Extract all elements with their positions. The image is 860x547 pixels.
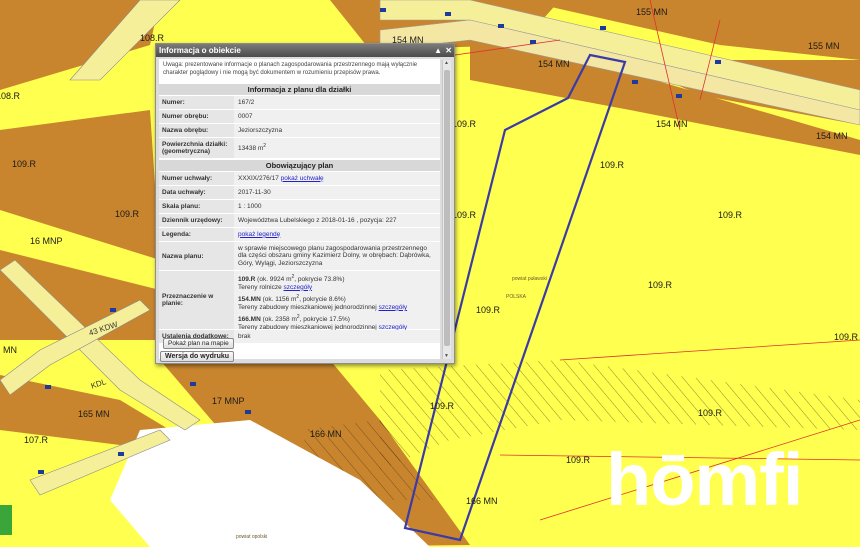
row-label: Legenda: [159, 228, 234, 241]
zone-label: 166 MN [310, 429, 342, 439]
area-unit-sup: 2 [263, 143, 267, 150]
zone-label: 16 MNP [30, 236, 63, 246]
zone-label: 109.R [648, 280, 673, 290]
disclaimer-note: Uwaga: prezentowane informacje o planach… [163, 62, 418, 76]
row-label: Data uchwały: [159, 186, 234, 199]
purpose-pct: , pokrycie 17.5%) [299, 316, 350, 324]
object-info-popup[interactable]: Informacja o obiekcie ▲ ✕ Uwaga: prezent… [155, 43, 455, 364]
row-value: XXXIX/276/17 [238, 174, 279, 182]
zone-label: 109.R [476, 305, 501, 315]
zone-label: 109.R [115, 209, 140, 219]
zone-label: 109.R [834, 332, 859, 342]
print-version-button[interactable]: Wersja do wydruku [160, 351, 235, 362]
row-value: 2017-11-30 [238, 188, 271, 196]
scroll-thumb[interactable] [444, 70, 450, 346]
area-label: Powierzchnia działki: [162, 141, 228, 148]
green-area [0, 505, 12, 535]
popup-scrollbar[interactable]: ▲ ▼ [442, 60, 451, 359]
zone-label: 109.R [452, 210, 477, 220]
row-label: Skala planu: [159, 200, 234, 213]
row-value: Jeziorszczyzna [238, 126, 283, 134]
zone-label: 166 MN [466, 496, 498, 506]
purpose-pct: , pokrycie 73.8%) [294, 276, 345, 284]
purpose-item: 109.R (ok. 9924 m2, pokrycie 73.8%) Tere… [238, 274, 436, 291]
close-icon[interactable]: ✕ [445, 44, 452, 57]
zone-label: 165 MN [78, 409, 110, 419]
zone-label: 17 MNP [212, 396, 245, 406]
boundary-label: powiat opolski [236, 534, 268, 540]
scroll-up-icon[interactable]: ▲ [444, 60, 449, 66]
row-label: Dziennik urzędowy: [159, 214, 234, 227]
collapse-icon[interactable]: ▲ [434, 44, 442, 57]
purpose-area: (ok. 9924 m [255, 276, 292, 284]
zone-label: 154 MN [538, 59, 570, 69]
row-obreb: Numer obrębu: 0007 [159, 110, 440, 124]
zone-label: 109.R [600, 160, 625, 170]
zone-label: 109.R [698, 408, 723, 418]
row-numer-uchwaly: Numer uchwały: XXXIX/276/17 pokaż uchwał… [159, 172, 440, 186]
area-value: 13438 m [238, 145, 264, 153]
purpose-area: (ok. 1156 m [260, 296, 297, 304]
row-nazwa-obrebu: Nazwa obrębu: Jeziorszczyzna [159, 124, 440, 138]
area-label-sub: (geometryczna) [162, 148, 211, 155]
row-data-uchwaly: Data uchwały: 2017-11-30 [159, 186, 440, 200]
purpose-symbol: 109.R [238, 276, 256, 284]
zone-label: 107.R [24, 435, 49, 445]
row-label: Powierzchnia działki: (geometryczna) [159, 138, 234, 158]
zone-label: 109.R [718, 210, 743, 220]
row-value: w sprawie miejscowego planu zagospodarow… [238, 244, 431, 267]
purpose-item: 154.MN (ok. 1156 m2, pokrycie 8.6%) Tere… [238, 294, 436, 311]
zone-label: 155 MN [636, 7, 668, 17]
show-plan-on-map-button[interactable]: Pokaż plan na mapie [163, 338, 234, 349]
row-value: 1 : 1000 [238, 202, 262, 210]
purpose-symbol: 154.MN [238, 296, 261, 304]
zone-label: MN [3, 345, 17, 355]
purpose-details-link[interactable]: szczegóły [379, 304, 408, 311]
row-powierzchnia: Powierzchnia działki: (geometryczna) 134… [159, 138, 440, 159]
row-value: brak [238, 332, 251, 340]
purpose-symbol: 166.MN [238, 316, 261, 324]
zone-label: 109.R [452, 119, 477, 129]
boundary-label: powiat puławski [512, 276, 548, 282]
purpose-area: (ok. 2358 m [260, 316, 297, 324]
popup-titlebar[interactable]: Informacja o obiekcie ▲ ✕ [156, 44, 454, 57]
row-label: Nazwa planu: [159, 242, 234, 270]
zone-label: 109.R [430, 401, 455, 411]
purpose-details-link[interactable]: szczegóły [284, 284, 313, 291]
popup-body: Uwaga: prezentowane informacje o planach… [159, 59, 440, 359]
row-label: Numer obrębu: [159, 110, 234, 123]
purpose-item: 166.MN (ok. 2358 m2, pokrycie 17.5%) Ter… [238, 314, 436, 331]
section-header-plan: Obowiązujący plan [159, 160, 440, 171]
purpose-desc: Tereny rolnicze [238, 283, 282, 291]
show-resolution-link[interactable]: pokaż uchwałę [281, 175, 324, 182]
zone-label: 109.R [566, 455, 591, 465]
scroll-down-icon[interactable]: ▼ [444, 353, 449, 359]
zone-label: 108.R [0, 91, 21, 101]
row-numer: Numer: 167/2 [159, 96, 440, 110]
row-nazwa-planu: Nazwa planu: w sprawie miejscowego planu… [159, 242, 440, 271]
row-legenda: Legenda: pokaż legendę [159, 228, 440, 242]
popup-title: Informacja o obiekcie [159, 46, 241, 55]
show-legend-link[interactable]: pokaż legendę [238, 231, 436, 239]
zone-label: 108.R [140, 33, 165, 43]
row-label: Numer: [159, 96, 234, 109]
homfi-logo: hōmfi [606, 438, 803, 521]
purpose-pct: , pokrycie 8.6%) [299, 296, 346, 304]
row-label: Numer uchwały: [159, 172, 234, 185]
section-header-parcel: Informacja z planu dla działki [159, 84, 440, 95]
purpose-desc: Tereny zabudowy mieszkaniowej jednorodzi… [238, 303, 377, 311]
zone-label: 154 MN [816, 131, 848, 141]
row-przeznaczenie: Przeznaczenie w planie: 109.R (ok. 9924 … [159, 271, 440, 331]
row-label: Przeznaczenie w planie: [159, 271, 234, 329]
zone-label: 155 MN [808, 41, 840, 51]
zone-label: 109.R [12, 159, 37, 169]
row-value: 167/2 [238, 98, 255, 106]
zone-label: 154 MN [656, 119, 688, 129]
boundary-label: POLSKA [506, 294, 527, 300]
row-value: 0007 [238, 112, 253, 120]
row-value: Województwa Lubelskiego z 2018-01-16 , p… [238, 216, 397, 224]
row-dziennik: Dziennik urzędowy: Województwa Lubelskie… [159, 214, 440, 228]
row-label: Nazwa obrębu: [159, 124, 234, 137]
row-skala: Skala planu: 1 : 1000 [159, 200, 440, 214]
